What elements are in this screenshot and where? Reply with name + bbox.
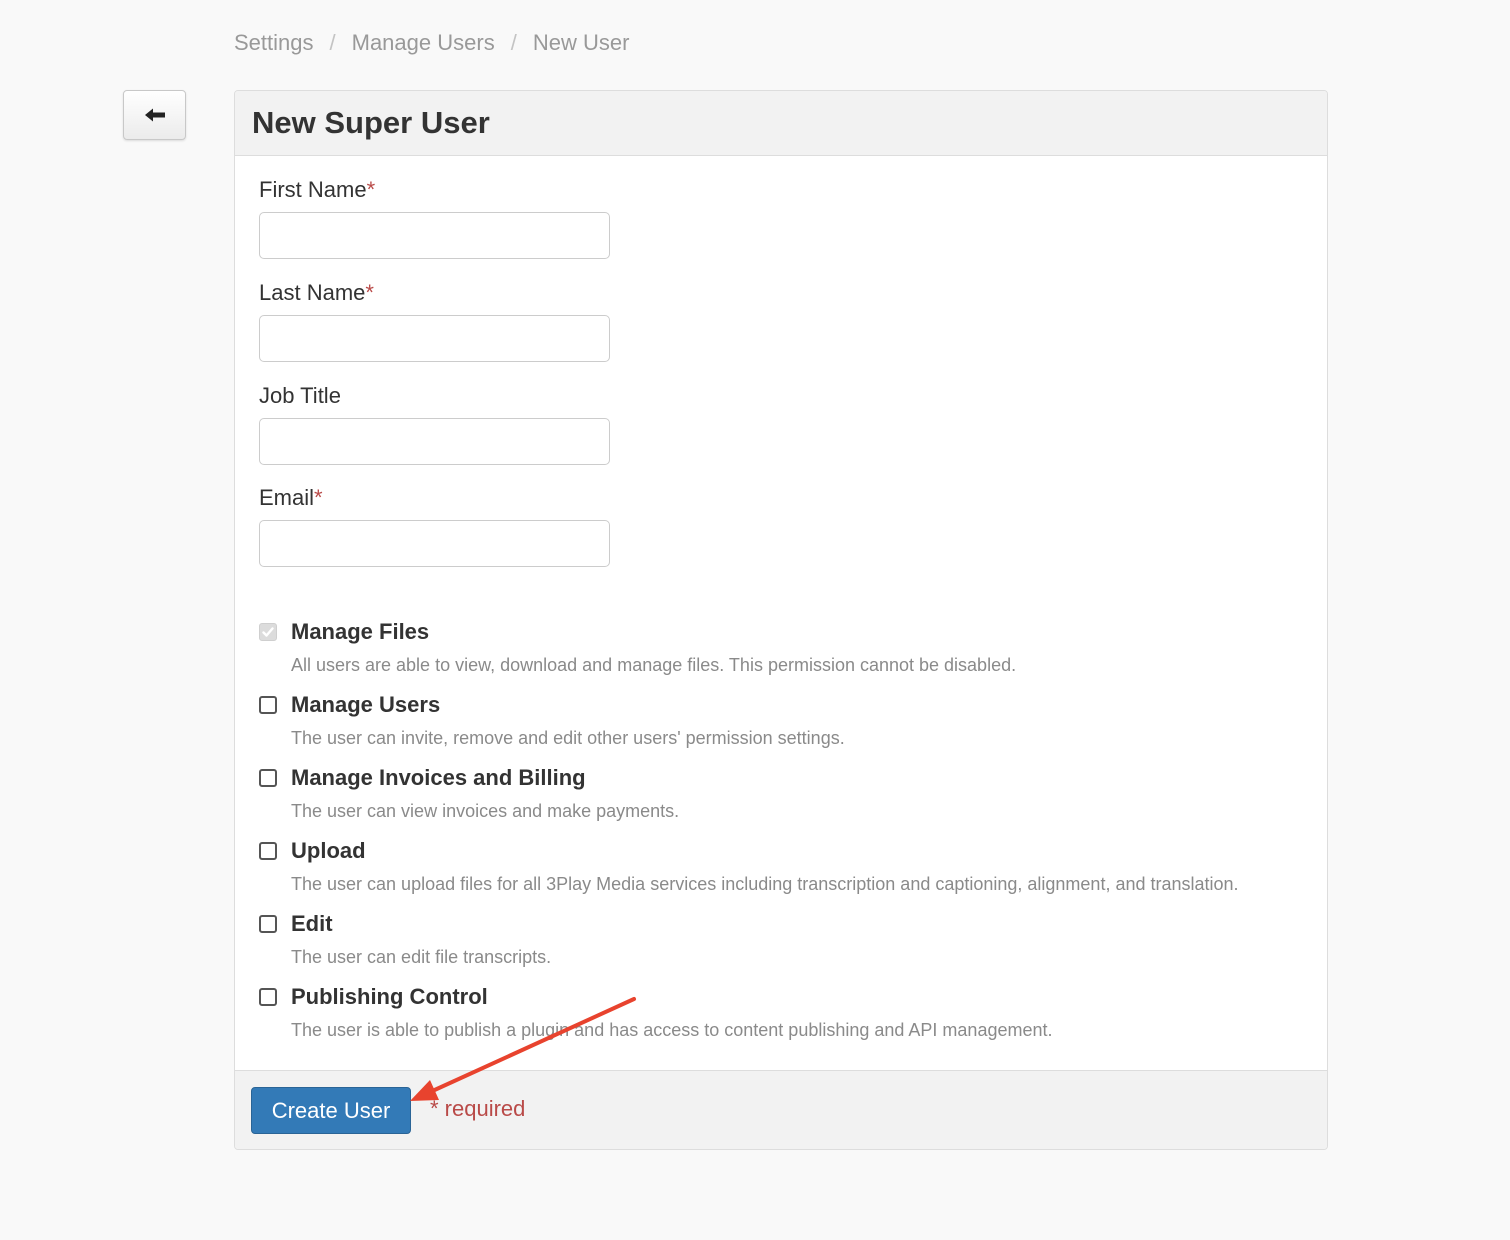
breadcrumb-separator: / bbox=[510, 30, 517, 55]
manage-files-checkbox bbox=[259, 623, 277, 641]
job-title-label-text: Job Title bbox=[259, 383, 341, 408]
create-user-button[interactable]: Create User bbox=[251, 1087, 411, 1134]
permission-title[interactable]: Publishing Control bbox=[291, 984, 488, 1010]
email-label: Email* bbox=[259, 485, 323, 511]
manage-users-checkbox[interactable] bbox=[259, 696, 277, 714]
permission-title[interactable]: Upload bbox=[291, 838, 366, 864]
first-name-input[interactable] bbox=[259, 212, 610, 259]
breadcrumb-manage-users[interactable]: Manage Users bbox=[352, 30, 495, 56]
permission-description: The user can invite, remove and edit oth… bbox=[291, 728, 845, 748]
manage-invoices-checkbox[interactable] bbox=[259, 769, 277, 787]
back-button[interactable] bbox=[123, 90, 186, 140]
required-asterisk: * bbox=[366, 177, 376, 202]
first-name-label-text: First Name bbox=[259, 177, 367, 202]
last-name-input[interactable] bbox=[259, 315, 610, 362]
panel-heading: New Super User bbox=[235, 91, 1327, 156]
arrow-left-icon bbox=[144, 107, 166, 123]
required-note: * required bbox=[430, 1096, 526, 1121]
permission-title: Manage Files bbox=[291, 619, 430, 644]
email-input[interactable] bbox=[259, 520, 610, 567]
permission-title[interactable]: Manage Users bbox=[291, 692, 440, 718]
required-asterisk: * bbox=[365, 280, 374, 305]
permission-description: The user is able to publish a plugin and… bbox=[291, 1020, 1053, 1040]
edit-checkbox[interactable] bbox=[259, 915, 277, 933]
required-asterisk: * bbox=[314, 485, 323, 510]
publishing-control-checkbox[interactable] bbox=[259, 988, 277, 1006]
permission-title[interactable]: Manage Invoices and Billing bbox=[291, 765, 586, 791]
breadcrumb-settings[interactable]: Settings bbox=[234, 30, 314, 56]
email-label-text: Email bbox=[259, 485, 315, 510]
permission-description: All users are able to view, download and… bbox=[291, 655, 1017, 675]
job-title-label: Job Title bbox=[259, 383, 341, 409]
upload-checkbox[interactable] bbox=[259, 842, 277, 860]
job-title-input[interactable] bbox=[259, 418, 610, 465]
breadcrumb-separator: / bbox=[329, 30, 336, 55]
breadcrumb-current: New User bbox=[532, 30, 630, 55]
panel-footer: Create User * required bbox=[235, 1070, 1327, 1149]
permission-title[interactable]: Edit bbox=[291, 911, 333, 937]
page-title: New Super User bbox=[252, 105, 490, 140]
first-name-label: First Name* bbox=[259, 177, 375, 203]
last-name-label: Last Name* bbox=[259, 280, 374, 306]
permission-description: The user can upload files for all 3Play … bbox=[291, 874, 1239, 894]
last-name-label-text: Last Name bbox=[259, 280, 366, 305]
breadcrumb: Settings / Manage Users / New User bbox=[234, 27, 629, 59]
permission-description: The user can view invoices and make paym… bbox=[291, 801, 680, 821]
permission-description: The user can edit file transcripts. bbox=[291, 947, 552, 967]
new-user-panel: New Super User First Name* Last Name* Jo… bbox=[234, 90, 1328, 1150]
checkmark-icon bbox=[262, 627, 274, 637]
